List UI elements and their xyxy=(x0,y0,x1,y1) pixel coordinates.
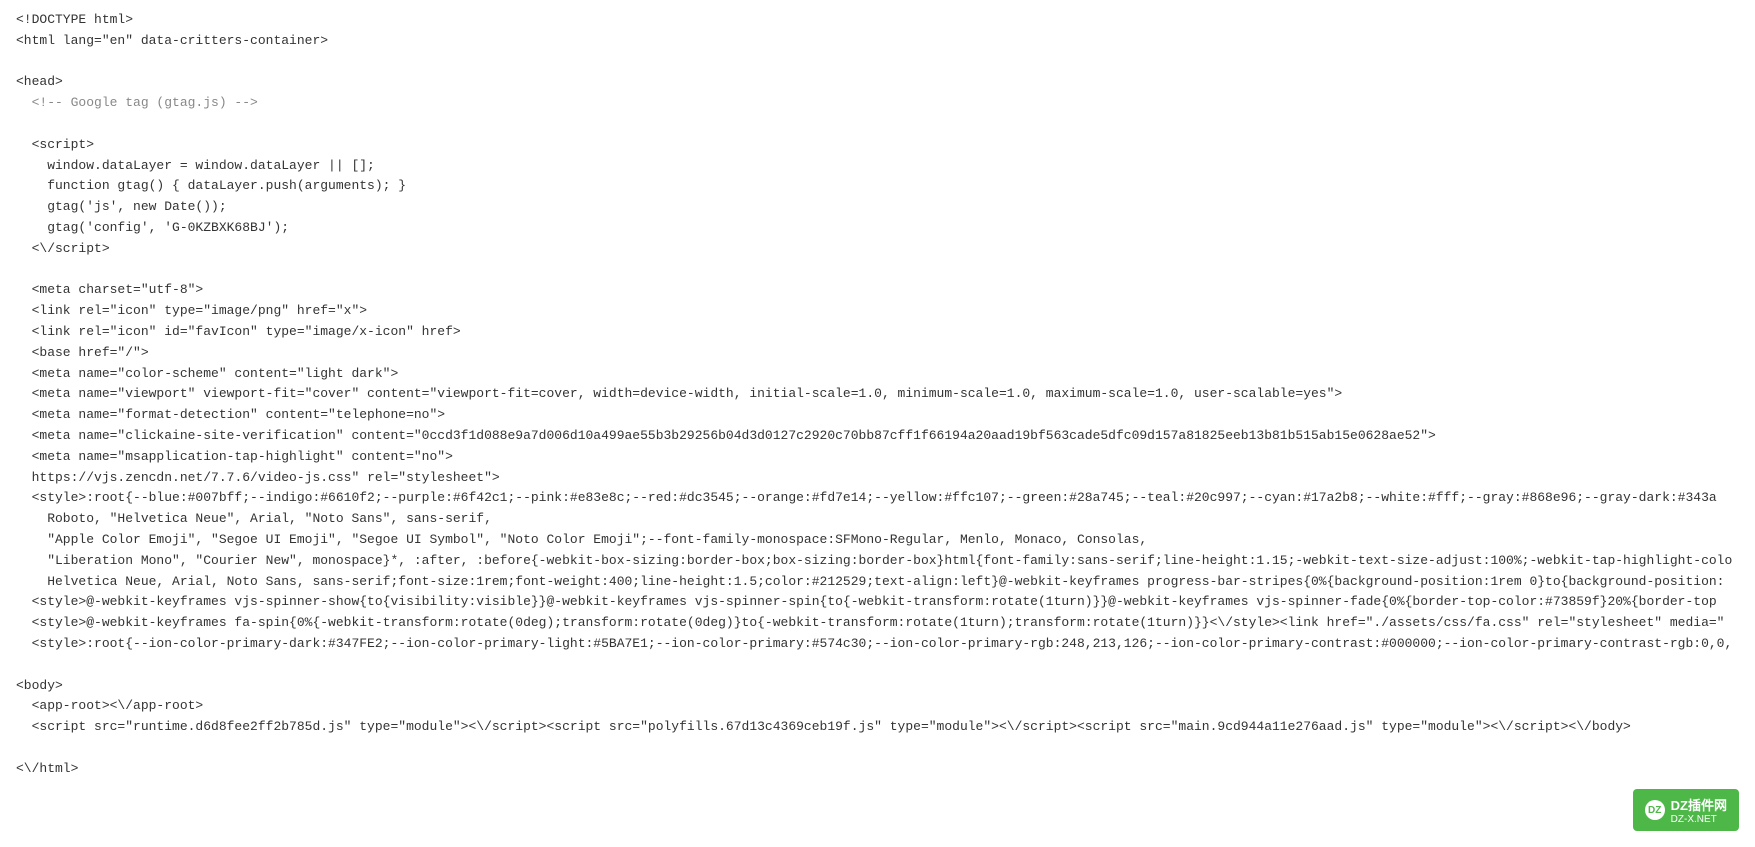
code-line: <meta charset="utf-8"> xyxy=(16,280,1739,301)
code-line: <script src="runtime.d6d8fee2ff2b785d.js… xyxy=(16,717,1739,738)
watermark: DZ DZ插件网 DZ-X.NET xyxy=(1633,789,1739,831)
code-line: <!DOCTYPE html> xyxy=(16,10,1739,31)
code-line: gtag('js', new Date()); xyxy=(16,197,1739,218)
code-line: <meta name="msapplication-tap-highlight"… xyxy=(16,447,1739,468)
code-line: <meta name="color-scheme" content="light… xyxy=(16,364,1739,385)
code-line: <app-root><\/app-root> xyxy=(16,696,1739,717)
code-line: <!-- Google tag (gtag.js) --> xyxy=(16,93,1739,114)
code-line: <body> xyxy=(16,676,1739,697)
code-line: <link rel="icon" type="image/png" href="… xyxy=(16,301,1739,322)
code-line: function gtag() { dataLayer.push(argumen… xyxy=(16,176,1739,197)
code-line: https://vjs.zencdn.net/7.7.6/video-js.cs… xyxy=(16,468,1739,489)
code-line: <meta name="viewport" viewport-fit="cove… xyxy=(16,384,1739,405)
code-line: <style>@-webkit-keyframes fa-spin{0%{-we… xyxy=(16,613,1739,634)
watermark-text: DZ插件网 DZ-X.NET xyxy=(1671,795,1727,825)
code-line: <meta name="clickaine-site-verification"… xyxy=(16,426,1739,447)
code-line: <style>:root{--ion-color-primary-dark:#3… xyxy=(16,634,1739,655)
code-line: Helvetica Neue, Arial, Noto Sans, sans-s… xyxy=(16,572,1739,593)
code-line: <style>@-webkit-keyframes vjs-spinner-sh… xyxy=(16,592,1739,613)
code-line: <meta name="format-detection" content="t… xyxy=(16,405,1739,426)
code-line: https://www.googletagmanager.com/gtag/js… xyxy=(16,114,1739,135)
code-line: Roboto, "Helvetica Neue", Arial, "Noto S… xyxy=(16,509,1739,530)
code-line: <style>:root{--blue:#007bff;--indigo:#66… xyxy=(16,488,1739,509)
code-line: <head> xyxy=(16,72,1739,93)
code-line: <base href="/"> xyxy=(16,343,1739,364)
code-line: <link rel="icon" id="favIcon" type="imag… xyxy=(16,322,1739,343)
code-lines: <!DOCTYPE html><html lang="en" data-crit… xyxy=(16,10,1739,779)
code-line: <html lang="en" data-critters-container> xyxy=(16,31,1739,52)
code-line: window.dataLayer = window.dataLayer || [… xyxy=(16,156,1739,177)
code-viewer: <!DOCTYPE html><html lang="en" data-crit… xyxy=(0,0,1755,847)
code-line: "Liberation Mono", "Courier New", monosp… xyxy=(16,551,1739,572)
code-line: <\/script> xyxy=(16,239,1739,260)
code-line: gtag('config', 'G-0KZBXK68BJ'); xyxy=(16,218,1739,239)
code-line: <\/html> xyxy=(16,759,1739,780)
code-line: <script> xyxy=(16,135,1739,156)
code-line: "Apple Color Emoji", "Segoe UI Emoji", "… xyxy=(16,530,1739,551)
watermark-logo: DZ xyxy=(1645,800,1665,820)
